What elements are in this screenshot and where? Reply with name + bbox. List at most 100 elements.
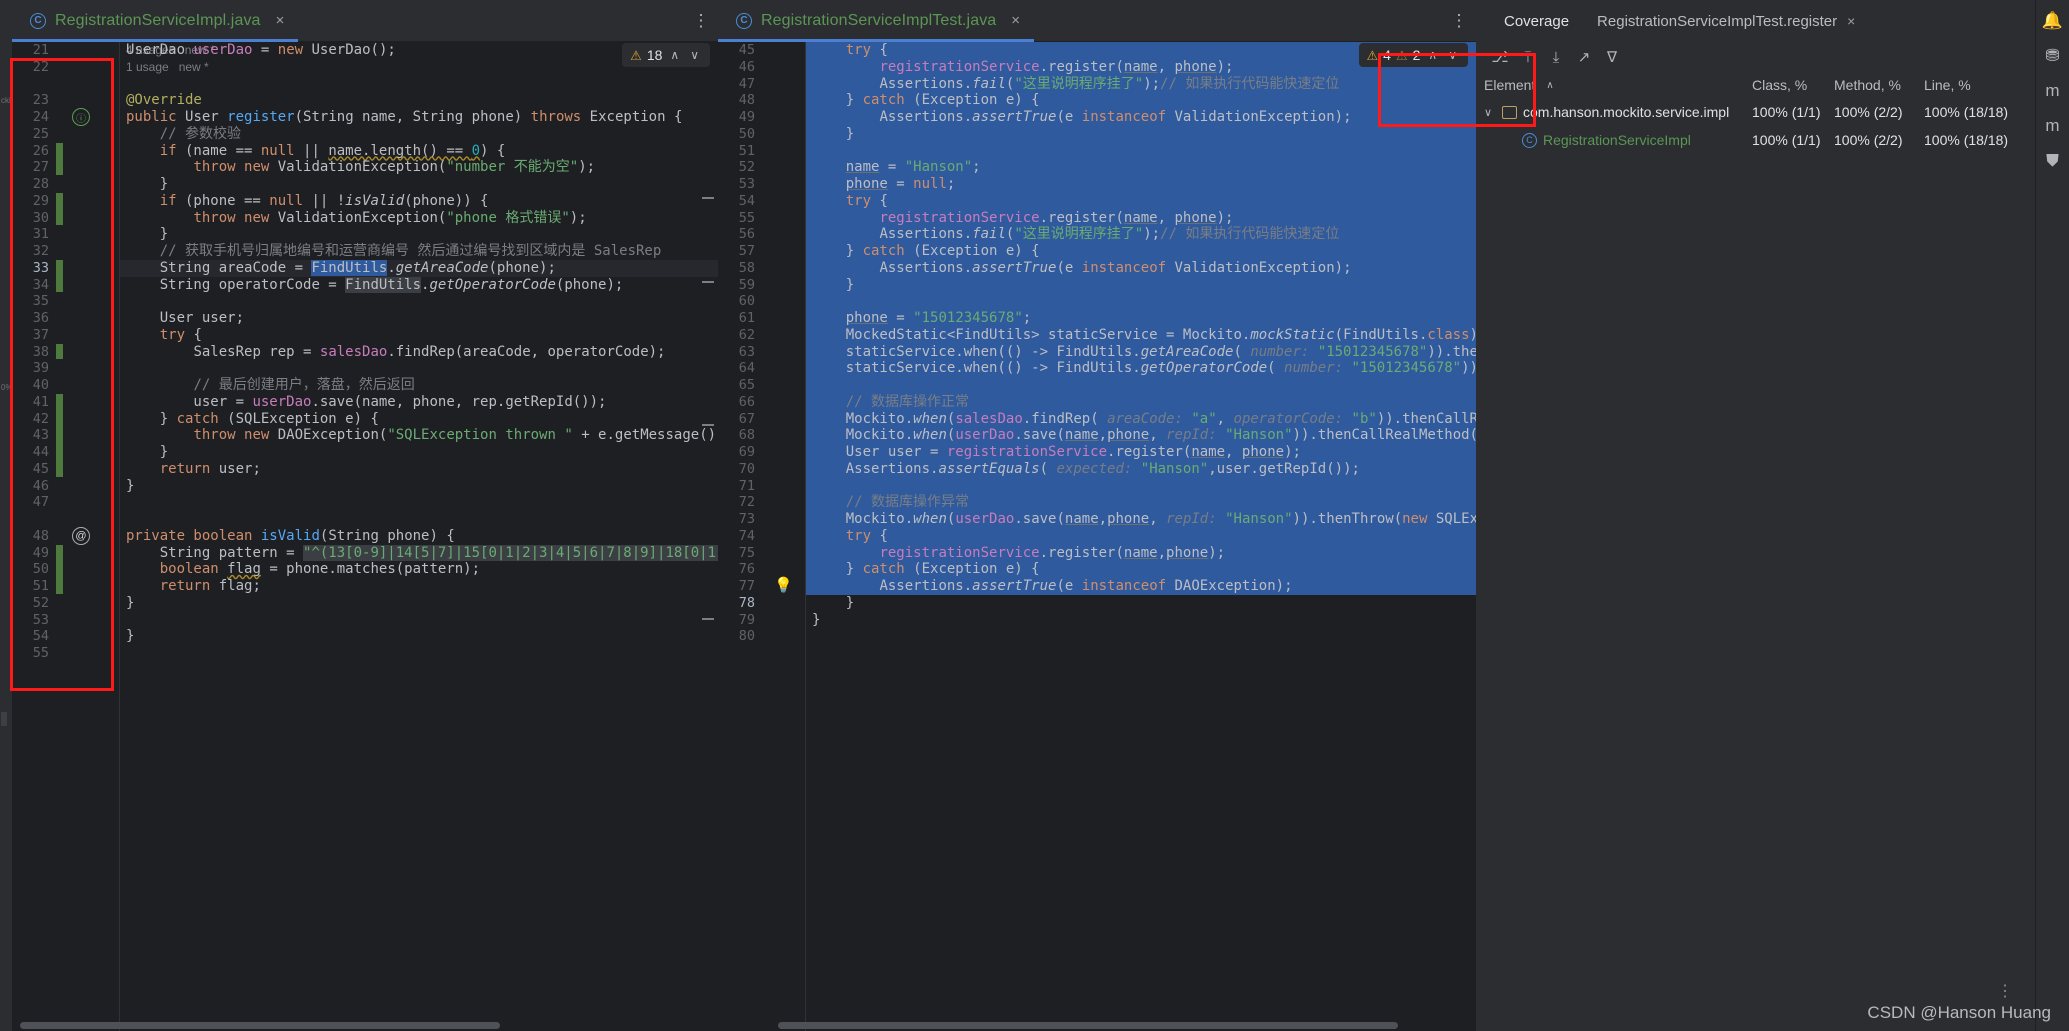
right-code-area[interactable]: 45 46 47 48 49 50 51 52 53 54 55 56 57 58 59 60 61 62 63 64… — [718, 42, 1476, 1031]
left-gutter-icons[interactable]: ⓘ @ — [64, 42, 98, 1031]
notifications-icon[interactable]: 🔔 — [2042, 12, 2063, 29]
code-line[interactable]: } catch (Exception e) { — [806, 561, 1476, 578]
code-line[interactable]: Mockito.when(salesDao.findRep( areaCode:… — [806, 410, 1476, 428]
code-line[interactable]: throw new ValidationException("number 不能… — [120, 159, 718, 176]
code-line[interactable]: } — [120, 628, 718, 645]
code-line[interactable]: } — [120, 226, 718, 243]
chevron-down-icon[interactable]: ∨ — [1484, 106, 1496, 119]
code-line[interactable]: if (name == null || name.length() == 0) … — [120, 143, 718, 160]
code-line[interactable]: @Override — [120, 92, 718, 109]
right-coverage-strip[interactable] — [762, 42, 770, 1031]
m-icon[interactable]: m — [2045, 117, 2059, 134]
right-gutter-icons[interactable]: 💡 — [770, 42, 793, 1031]
code-line[interactable] — [806, 477, 1476, 495]
coverage-bar[interactable] — [56, 393, 63, 477]
right-fold-strip[interactable] — [792, 42, 806, 1031]
code-line[interactable]: Mockito.when(userDao.save(name,phone, re… — [806, 427, 1476, 444]
code-line[interactable]: private boolean isValid(String phone) { — [120, 528, 718, 545]
code-line[interactable]: throw new DAOException("SQLException thr… — [120, 427, 718, 444]
code-line[interactable]: String pattern = "^(13[0-9]|14[5|7]|15[0… — [120, 544, 718, 562]
prev-problem-icon[interactable]: ∧ — [667, 48, 682, 62]
left-code-area[interactable]: 21 22 23 24 25 26 27 28 29 30 31 32 33 34 35 36 37 38 39 40… — [12, 42, 718, 1031]
code-line[interactable]: name = "Hanson"; — [806, 159, 1476, 176]
code-line[interactable]: // 数据库操作异常 — [806, 494, 1476, 511]
coverage-row[interactable]: ∨ com.hanson.mockito.service.impl 100% (1/… — [1476, 98, 2035, 126]
column-header-element[interactable]: Element ∧ — [1476, 77, 1744, 93]
bottom-kebab-icon[interactable]: ⋮ — [1997, 981, 2013, 1001]
code-line[interactable]: phone = null; — [806, 176, 1476, 193]
database-icon[interactable]: ⛃ — [2045, 47, 2059, 64]
left-inspection-widget[interactable]: ⚠ 18 ∧ ∨ — [622, 42, 718, 68]
run-test-icon[interactable]: ⓘ — [72, 108, 90, 126]
code-line[interactable]: } — [806, 595, 1476, 612]
intention-bulb-icon[interactable]: 💡 — [774, 576, 793, 594]
right-hscroll-thumb[interactable] — [778, 1022, 1398, 1029]
code-line[interactable]: boolean flag = phone.matches(pattern); — [120, 561, 718, 578]
right-editor-kebab-button[interactable]: ⋮ — [1442, 0, 1476, 42]
code-line[interactable]: staticService.when(() -> FindUtils.getOp… — [806, 360, 1476, 377]
collapse-all-icon[interactable]: ⤓ — [1544, 45, 1568, 69]
code-line[interactable]: User user; — [120, 310, 718, 327]
right-horizontal-scrollbar[interactable] — [718, 1021, 1476, 1031]
code-line[interactable]: } catch (Exception e) { — [806, 92, 1476, 109]
right-code-lines[interactable]: try { registrationService.register(name,… — [806, 42, 1476, 1031]
code-line[interactable]: Assertions.fail("这里说明程序挂了");// 如果执行代码能快速… — [806, 226, 1476, 243]
code-line[interactable] — [120, 494, 718, 511]
left-code-lines[interactable]: UserDao userDao = new UserDao(); 4 usages… — [120, 42, 718, 1031]
code-line[interactable]: try { — [120, 327, 718, 344]
code-line[interactable]: } — [120, 478, 718, 495]
tab-registration-service-impl[interactable]: C RegistrationServiceImpl.java × — [12, 0, 299, 42]
export-icon[interactable]: ↗ — [1572, 45, 1596, 69]
code-line[interactable]: } catch (SQLException e) { — [120, 411, 718, 428]
code-line[interactable] — [806, 377, 1476, 394]
fold-marker[interactable] — [702, 281, 714, 283]
code-line[interactable]: try { — [806, 192, 1476, 210]
column-header-line[interactable]: Line, % — [1916, 77, 2012, 93]
shield-icon[interactable]: ⛊ — [2046, 152, 2059, 169]
close-icon[interactable]: × — [276, 13, 285, 28]
right-inspection-widget[interactable]: ⚠ 4 ⚠ 2 ∧ ∨ — [1358, 42, 1477, 68]
code-line[interactable]: String operatorCode = FindUtils.getOpera… — [120, 276, 718, 294]
code-line[interactable]: String areaCode = FindUtils.getAreaCode(… — [120, 259, 718, 277]
code-line[interactable]: } catch (Exception e) { — [806, 243, 1476, 260]
code-line[interactable]: } — [120, 595, 718, 612]
code-line[interactable]: staticService.when(() -> FindUtils.getAr… — [806, 343, 1476, 361]
right-gutter[interactable]: 45 46 47 48 49 50 51 52 53 54 55 56 57 58 59 60 61 62 63 64… — [718, 42, 806, 1031]
code-line[interactable]: return flag; — [120, 578, 718, 595]
left-inspection-badge[interactable]: ⚠ 18 ∧ ∨ — [622, 43, 710, 67]
code-line[interactable]: } — [806, 125, 1476, 143]
right-inspection-badge[interactable]: ⚠ 4 ⚠ 2 ∧ ∨ — [1358, 43, 1468, 67]
code-line[interactable] — [806, 628, 1476, 645]
coverage-tab-0[interactable]: Coverage — [1490, 0, 1583, 42]
maven-icon[interactable]: m — [2045, 82, 2059, 99]
coverage-bar[interactable] — [56, 142, 63, 175]
private-method-icon[interactable]: @ — [72, 526, 90, 545]
fold-marker[interactable] — [702, 197, 714, 199]
code-line[interactable]: Assertions.assertTrue(e instanceof Valid… — [806, 259, 1476, 277]
fold-marker[interactable] — [702, 424, 714, 426]
code-line[interactable]: } — [120, 444, 718, 461]
code-line[interactable]: throw new ValidationException("phone 格式错… — [120, 210, 718, 227]
code-line[interactable]: user = userDao.save(name, phone, rep.get… — [120, 394, 718, 411]
code-line[interactable] — [806, 293, 1476, 310]
close-icon[interactable]: × — [1011, 13, 1020, 28]
coverage-bar[interactable] — [56, 259, 63, 293]
code-line[interactable] — [120, 645, 718, 662]
code-line[interactable] — [806, 142, 1476, 160]
code-line[interactable]: Mockito.when(userDao.save(name,phone, re… — [806, 511, 1476, 528]
coverage-bar[interactable] — [56, 192, 63, 226]
prev-problem-icon[interactable]: ∧ — [1425, 48, 1440, 62]
code-line[interactable]: SalesRep rep = salesDao.findRep(areaCode… — [120, 344, 718, 361]
coverage-tab-1[interactable]: RegistrationServiceImplTest.register × — [1583, 0, 1869, 42]
code-line[interactable]: // 获取手机号归属地编号和运营商编号 然后通过编号找到区域内是 SalesRe… — [120, 243, 718, 260]
code-line[interactable]: // 数据库操作正常 — [806, 393, 1476, 411]
code-line[interactable]: Assertions.assertEquals( expected: "Hans… — [806, 460, 1476, 478]
code-line[interactable]: // 最后创建用户，落盘，然后返回 — [120, 377, 718, 394]
coverage-bar[interactable] — [56, 343, 63, 360]
filter-icon[interactable]: ∇ — [1600, 45, 1624, 69]
flatten-packages-icon[interactable]: ⎇ — [1488, 45, 1512, 69]
code-line[interactable]: public User register(String name, String… — [120, 109, 718, 126]
code-line[interactable]: Assertions.assertTrue(e instanceof Valid… — [806, 109, 1476, 126]
left-hscroll-thumb[interactable] — [20, 1022, 500, 1029]
code-line[interactable] — [120, 293, 718, 310]
